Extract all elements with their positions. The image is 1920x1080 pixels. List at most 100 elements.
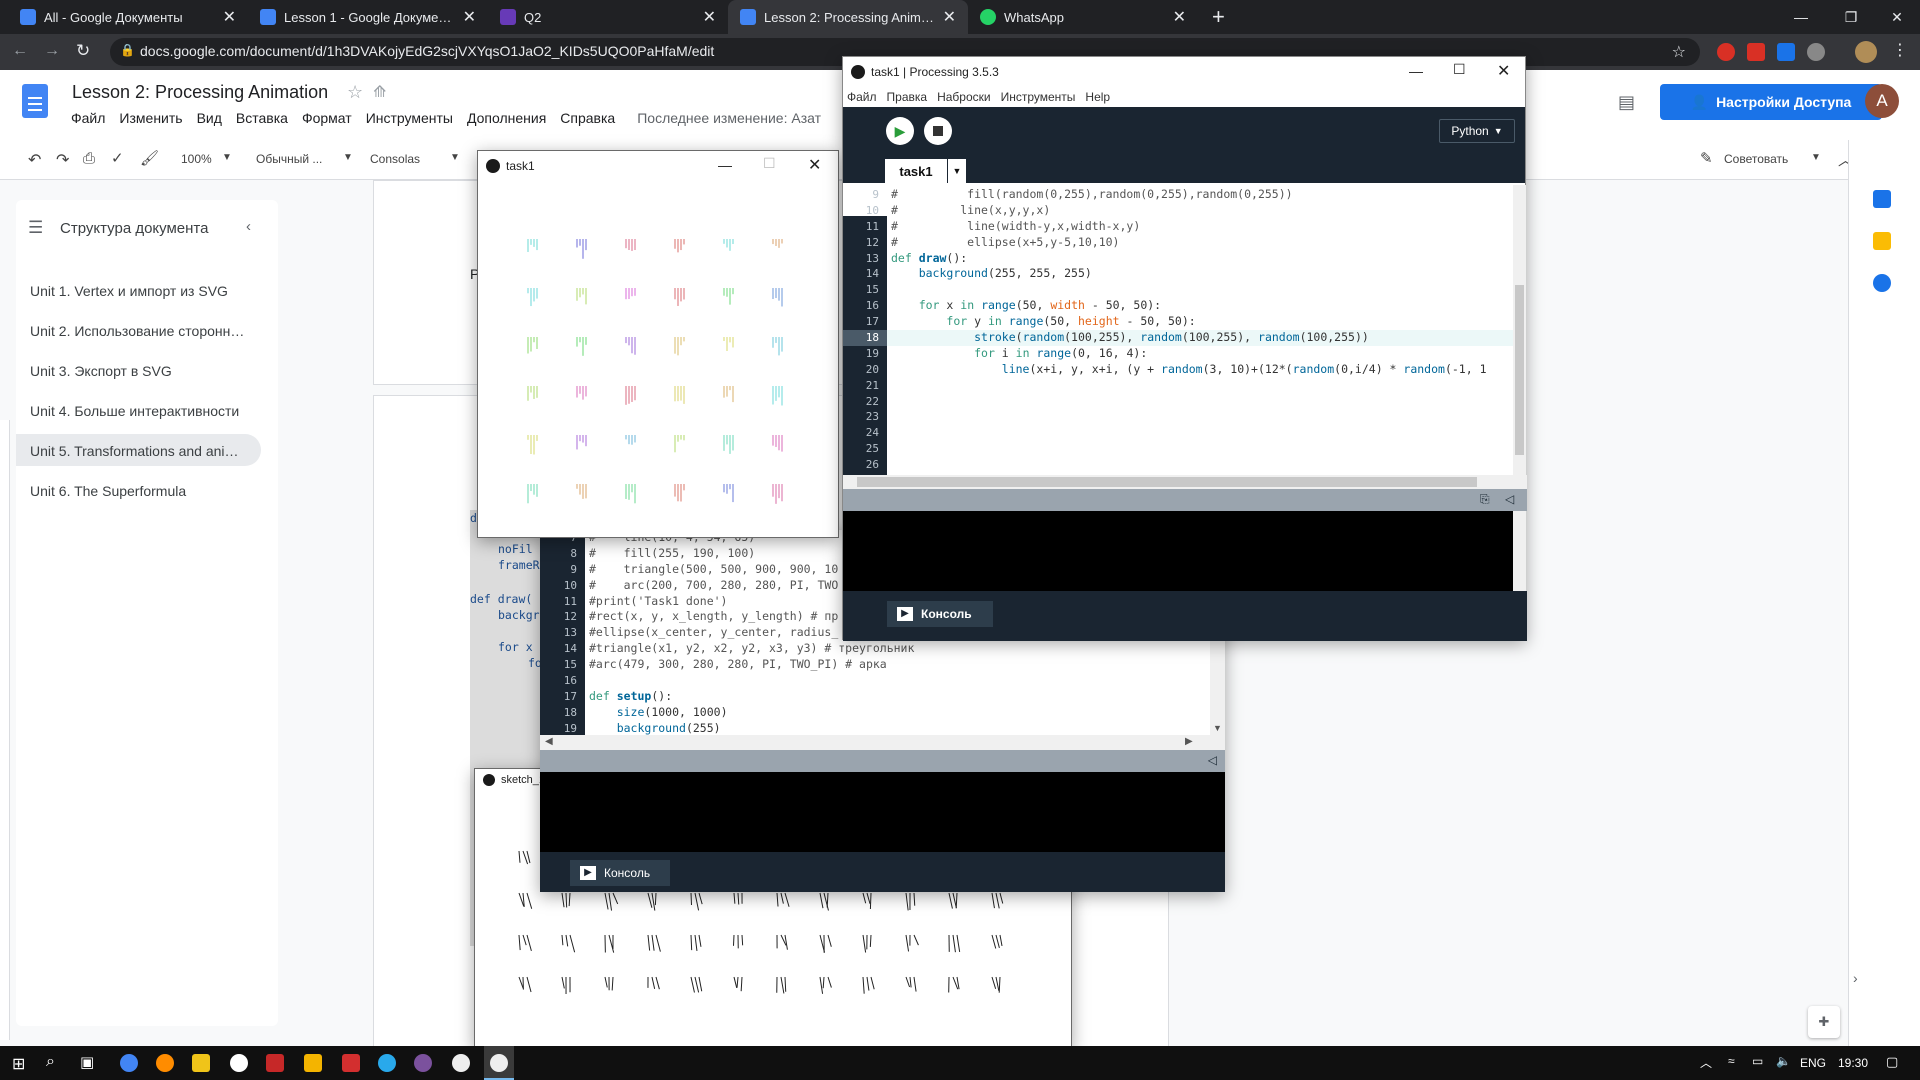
comments-icon[interactable]: ▤ bbox=[1618, 92, 1635, 113]
close-icon[interactable]: ✕ bbox=[1173, 7, 1186, 27]
console-divider[interactable]: ◁ bbox=[540, 750, 1225, 772]
paint-format-icon[interactable]: 🖌 bbox=[140, 149, 159, 167]
menu-file[interactable]: Файл bbox=[847, 90, 877, 104]
redo-icon[interactable]: ↷ bbox=[56, 150, 69, 170]
menu-help[interactable]: Help bbox=[1085, 90, 1110, 104]
keep-icon[interactable] bbox=[1873, 232, 1891, 250]
more-menu-icon[interactable]: ⋮ bbox=[1892, 40, 1908, 60]
filezilla-icon[interactable] bbox=[342, 1054, 360, 1072]
suggest-mode-select[interactable]: Советовать bbox=[1724, 152, 1788, 166]
scroll-thumb[interactable] bbox=[1515, 285, 1524, 455]
processing-editor-window[interactable]: task1 | Processing 3.5.3 — ☐ ✕ Файл Прав… bbox=[842, 56, 1527, 641]
copy-icon[interactable]: ⎘ bbox=[1480, 492, 1490, 507]
editor-tab[interactable]: task1 bbox=[885, 159, 947, 183]
yandex-browser-icon[interactable] bbox=[230, 1054, 248, 1072]
task-view-icon[interactable]: ▣ bbox=[80, 1053, 94, 1071]
sketch-output-window[interactable]: task1 — ☐ ✕ bbox=[477, 150, 839, 538]
tasks-icon[interactable] bbox=[1873, 274, 1891, 292]
notifications-icon[interactable]: ▢ bbox=[1886, 1054, 1898, 1070]
close-button[interactable]: ✕ bbox=[808, 155, 821, 175]
browser-tab[interactable]: All - Google Документы ✕ bbox=[8, 0, 248, 34]
calendar-icon[interactable] bbox=[1873, 190, 1891, 208]
move-icon[interactable]: ⟰ bbox=[373, 82, 386, 102]
chrome-icon[interactable] bbox=[120, 1054, 138, 1072]
menu-addons[interactable]: Дополнения bbox=[467, 110, 546, 126]
menu-file[interactable]: Файл bbox=[71, 110, 105, 126]
viber-icon[interactable] bbox=[414, 1054, 432, 1072]
outline-item[interactable]: Unit 1. Vertex и импорт из SVG bbox=[16, 274, 261, 306]
minimize-button[interactable]: — bbox=[718, 157, 732, 173]
maximize-button[interactable]: ☐ bbox=[763, 155, 776, 172]
browser-tab[interactable]: Q2 ✕ bbox=[488, 0, 728, 34]
share-button[interactable]: 👤 Настройки Доступа bbox=[1660, 84, 1882, 120]
close-window-button[interactable]: ✕ bbox=[1874, 0, 1920, 34]
minimize-button[interactable]: — bbox=[1409, 63, 1423, 79]
document-title[interactable]: Lesson 2: Processing Animation bbox=[72, 82, 328, 103]
restore-button[interactable]: ❐ bbox=[1828, 0, 1874, 34]
print-icon[interactable]: ⎙ bbox=[83, 150, 95, 167]
outline-item[interactable]: Unit 3. Экспорт в SVG bbox=[16, 354, 261, 386]
zoom-select[interactable]: 100% bbox=[181, 152, 212, 166]
menu-insert[interactable]: Вставка bbox=[236, 110, 288, 126]
file-explorer-icon[interactable] bbox=[192, 1054, 210, 1072]
star-icon[interactable]: ☆ bbox=[1672, 42, 1686, 62]
star-icon[interactable]: ☆ bbox=[347, 82, 363, 103]
extension-icon[interactable] bbox=[1747, 43, 1765, 61]
forward-icon[interactable]: → bbox=[44, 42, 60, 60]
collapse-icon[interactable]: ◁ bbox=[1208, 753, 1217, 767]
stop-button[interactable] bbox=[924, 117, 952, 145]
menu-help[interactable]: Справка bbox=[560, 110, 615, 126]
console-tab[interactable]: ▶ Консоль bbox=[570, 860, 670, 886]
account-avatar[interactable]: A bbox=[1865, 84, 1899, 118]
browser-tab[interactable]: Lesson 1 - Google Документы ✕ bbox=[248, 0, 488, 34]
app-icon[interactable] bbox=[156, 1054, 174, 1072]
scroll-left-icon[interactable]: ◀ bbox=[545, 736, 553, 747]
close-button[interactable]: ✕ bbox=[1497, 61, 1510, 81]
scroll-thumb[interactable] bbox=[857, 477, 1477, 487]
console-divider[interactable]: ⎘ ◁ bbox=[843, 489, 1527, 511]
collapse-icon[interactable]: ◁ bbox=[1505, 492, 1514, 506]
browser-tab[interactable]: WhatsApp ✕ bbox=[968, 0, 1198, 34]
app-icon[interactable] bbox=[304, 1054, 322, 1072]
expand-panel-icon[interactable]: › bbox=[1853, 970, 1858, 986]
battery-icon[interactable]: ▭ bbox=[1752, 1054, 1763, 1068]
close-icon[interactable]: ✕ bbox=[223, 7, 236, 27]
font-select[interactable]: Consolas bbox=[370, 152, 420, 166]
console-scrollbar[interactable] bbox=[1513, 511, 1526, 591]
reload-icon[interactable]: ↻ bbox=[76, 41, 90, 61]
outline-item[interactable]: Unit 2. Использование сторонних библиоте… bbox=[16, 314, 261, 346]
close-icon[interactable]: ✕ bbox=[463, 7, 476, 27]
menu-sketch[interactable]: Наброски bbox=[937, 90, 991, 104]
processing-icon[interactable] bbox=[452, 1054, 470, 1072]
console-tab[interactable]: ▶ Консоль bbox=[887, 601, 993, 627]
menu-tools[interactable]: Инструменты bbox=[1001, 90, 1076, 104]
menu-edit[interactable]: Изменить bbox=[119, 110, 182, 126]
tray-chevron-icon[interactable]: ︿ bbox=[1700, 1054, 1712, 1071]
run-button[interactable]: ▶ bbox=[886, 117, 914, 145]
windows-start-icon[interactable]: ⊞ bbox=[12, 1054, 25, 1074]
browser-tab-active[interactable]: Lesson 2: Processing Animation - Go ✕ bbox=[728, 0, 968, 34]
outline-item[interactable]: Unit 4. Больше интерактивности bbox=[16, 394, 261, 426]
extension-icon[interactable] bbox=[1717, 43, 1735, 61]
mode-select[interactable]: Python ▼ bbox=[1439, 119, 1515, 143]
last-edit-link[interactable]: Последнее изменение: Азат bbox=[637, 110, 821, 126]
new-tab-button[interactable]: + bbox=[1212, 4, 1225, 30]
telegram-icon[interactable] bbox=[378, 1054, 396, 1072]
menu-edit[interactable]: Правка bbox=[887, 90, 928, 104]
undo-icon[interactable]: ↶ bbox=[28, 150, 41, 170]
outline-item-active[interactable]: Unit 5. Transformations and animation bbox=[16, 434, 261, 466]
profile-avatar[interactable] bbox=[1855, 41, 1877, 63]
menu-format[interactable]: Формат bbox=[302, 110, 352, 126]
close-icon[interactable]: ✕ bbox=[703, 7, 716, 27]
horizontal-scrollbar[interactable] bbox=[843, 475, 1527, 489]
clock[interactable]: 19:30 bbox=[1838, 1056, 1868, 1070]
scroll-down-icon[interactable]: ▼ bbox=[1213, 723, 1222, 733]
extension-icon[interactable] bbox=[1807, 43, 1825, 61]
language-indicator[interactable]: ENG bbox=[1800, 1056, 1826, 1070]
outline-item[interactable]: Unit 6. The Superformula bbox=[16, 474, 261, 506]
spellcheck-icon[interactable]: ✓ bbox=[111, 149, 124, 167]
style-select[interactable]: Обычный ... bbox=[256, 152, 322, 166]
taskbar-active-app[interactable] bbox=[484, 1046, 514, 1080]
scroll-right-icon[interactable]: ▶ bbox=[1185, 736, 1193, 747]
tab-menu-button[interactable]: ▼ bbox=[948, 159, 966, 183]
